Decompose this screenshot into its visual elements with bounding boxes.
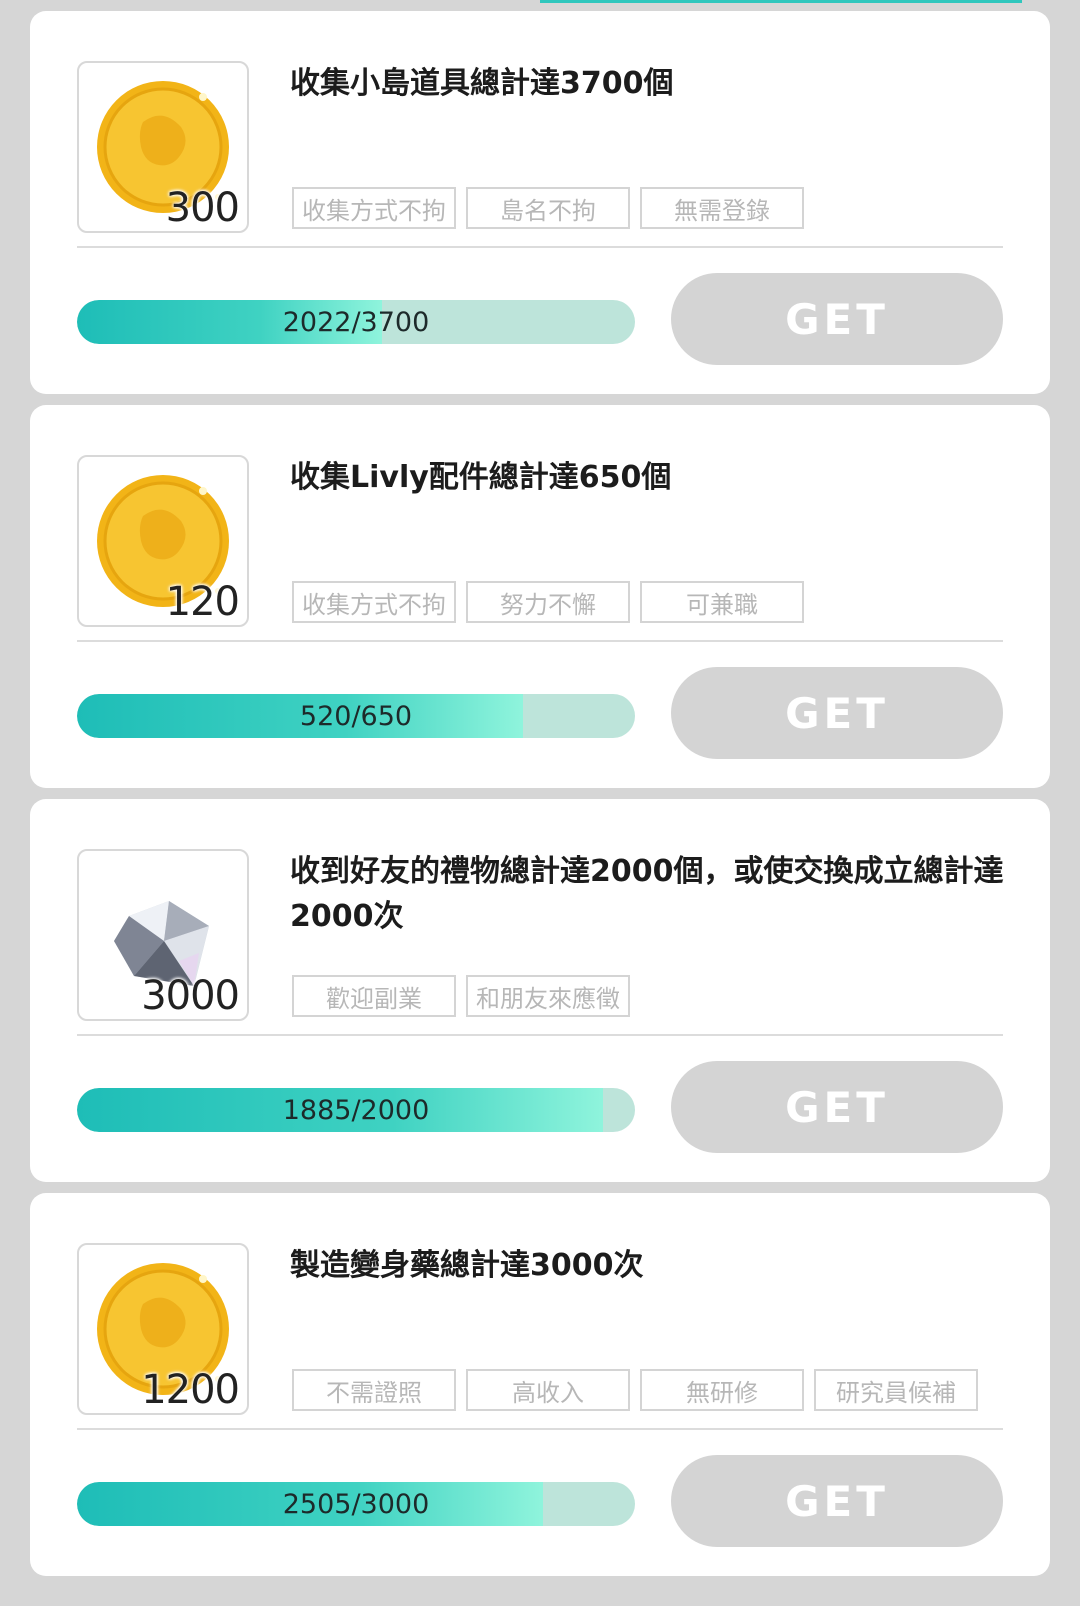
mission-card: 120 收集Livly配件總計達650個 收集方式不拘 努力不懈 可兼職 520… [30,405,1050,788]
tag-list: 歡迎副業 和朋友來應徵 [292,975,630,1017]
reward-count: 120 [165,579,240,625]
tag: 不需證照 [292,1369,456,1411]
tag: 收集方式不拘 [292,581,456,623]
tag: 和朋友來應徵 [466,975,630,1017]
divider [77,1428,1003,1430]
progress-bar: 520/650 [77,694,635,738]
get-button[interactable]: GET [671,667,1003,759]
progress-bar: 1885/2000 [77,1088,635,1132]
progress-text: 2022/3700 [282,306,430,338]
top-accent-bar [540,0,1022,3]
tag: 無需登錄 [640,187,804,229]
mission-title: 收集小島道具總計達3700個 [290,66,674,101]
divider [77,246,1003,248]
reward-count: 3000 [141,973,240,1019]
progress-text: 2505/3000 [282,1488,430,1520]
reward-thumbnail: 1200 [77,1243,249,1415]
tag-list: 不需證照 高收入 無研修 研究員候補 [292,1369,978,1411]
tag: 高收入 [466,1369,630,1411]
divider [77,640,1003,642]
progress-bar: 2022/3700 [77,300,635,344]
tag-list: 收集方式不拘 努力不懈 可兼職 [292,581,804,623]
get-button[interactable]: GET [671,1455,1003,1547]
reward-thumbnail: 3000 [77,849,249,1021]
divider [77,1034,1003,1036]
mission-card: 300 收集小島道具總計達3700個 收集方式不拘 島名不拘 無需登錄 2022… [30,11,1050,394]
tag: 歡迎副業 [292,975,456,1017]
reward-count: 1200 [141,1367,240,1413]
reward-thumbnail: 120 [77,455,249,627]
mission-title: 製造變身藥總計達3000次 [290,1248,644,1283]
progress-text: 1885/2000 [282,1094,430,1126]
mission-card: 1200 製造變身藥總計達3000次 不需證照 高收入 無研修 研究員候補 25… [30,1193,1050,1576]
reward-thumbnail: 300 [77,61,249,233]
reward-count: 300 [165,185,240,231]
mission-title: 收集Livly配件總計達650個 [290,460,672,495]
tag: 可兼職 [640,581,804,623]
tag-list: 收集方式不拘 島名不拘 無需登錄 [292,187,804,229]
get-button[interactable]: GET [671,1061,1003,1153]
tag: 無研修 [640,1369,804,1411]
progress-bar: 2505/3000 [77,1482,635,1526]
tag: 收集方式不拘 [292,187,456,229]
get-button[interactable]: GET [671,273,1003,365]
mission-card: 3000 收到好友的禮物總計達2000個，或使交換成立總計達2000次 歡迎副業… [30,799,1050,1182]
tag: 研究員候補 [814,1369,978,1411]
tag: 努力不懈 [466,581,630,623]
mission-title: 收到好友的禮物總計達2000個，或使交換成立總計達2000次 [290,854,1004,934]
progress-text: 520/650 [299,700,413,732]
tag: 島名不拘 [466,187,630,229]
